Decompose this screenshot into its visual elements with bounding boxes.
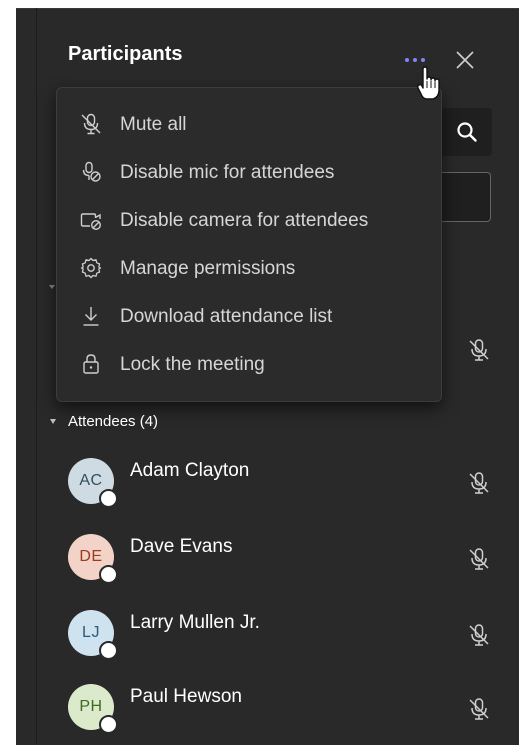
panel-title: Participants bbox=[68, 43, 183, 65]
search-icon bbox=[457, 122, 477, 142]
menu-item-download-attendance[interactable]: Download attendance list bbox=[57, 293, 441, 339]
panel-divider bbox=[36, 8, 37, 744]
presence-status-dot bbox=[99, 565, 118, 584]
participant-mic-status bbox=[466, 622, 492, 653]
menu-item-label: Lock the meeting bbox=[120, 354, 265, 375]
gear-icon bbox=[80, 257, 102, 279]
hand-pointer-cursor-icon bbox=[416, 66, 440, 100]
participant-row[interactable]: DE Dave Evans bbox=[68, 534, 508, 594]
more-dot bbox=[413, 58, 417, 62]
menu-item-manage-permissions[interactable]: Manage permissions bbox=[57, 245, 441, 291]
participant-name: Larry Mullen Jr. bbox=[130, 612, 260, 633]
menu-item-label: Disable camera for attendees bbox=[120, 210, 369, 231]
mic-prohibited-icon bbox=[82, 161, 101, 182]
participant-name: Dave Evans bbox=[130, 536, 233, 557]
presence-status-dot bbox=[99, 489, 118, 508]
mic-off-icon bbox=[469, 548, 489, 570]
mic-off-icon bbox=[469, 624, 489, 646]
menu-item-label: Disable mic for attendees bbox=[120, 162, 335, 183]
download-icon bbox=[83, 307, 99, 326]
camera-prohibited-icon bbox=[80, 213, 102, 231]
presence-status-dot bbox=[99, 715, 118, 734]
menu-item-label: Mute all bbox=[120, 114, 187, 135]
close-icon bbox=[456, 51, 474, 69]
participant-name: Adam Clayton bbox=[130, 460, 250, 481]
participant-mic-status bbox=[466, 546, 492, 577]
participant-mic-status bbox=[466, 470, 492, 501]
close-button[interactable] bbox=[452, 47, 478, 73]
participant-mic-status bbox=[466, 696, 492, 727]
presenter-mic-status bbox=[466, 337, 492, 368]
mic-off-icon bbox=[469, 698, 489, 720]
search-button[interactable] bbox=[440, 108, 492, 156]
app-window: Participants Mute all Disable mic for at… bbox=[0, 0, 519, 745]
menu-item-label: Manage permissions bbox=[120, 258, 296, 279]
chevron-down-icon bbox=[50, 419, 56, 424]
presence-status-dot bbox=[99, 641, 118, 660]
presenters-collapse-caret[interactable] bbox=[49, 285, 55, 289]
mic-off-icon bbox=[469, 472, 489, 494]
menu-item-disable-camera[interactable]: Disable camera for attendees bbox=[57, 197, 441, 243]
lock-icon bbox=[83, 354, 99, 374]
participant-row[interactable]: PH Paul Hewson bbox=[68, 684, 508, 744]
participant-row[interactable]: AC Adam Clayton bbox=[68, 458, 508, 518]
participant-name: Paul Hewson bbox=[130, 686, 242, 707]
mic-off-icon bbox=[469, 339, 489, 361]
window-edge bbox=[0, 0, 16, 744]
menu-item-label: Download attendance list bbox=[120, 306, 333, 327]
participant-row[interactable]: LJ Larry Mullen Jr. bbox=[68, 610, 508, 670]
menu-item-disable-mic[interactable]: Disable mic for attendees bbox=[57, 149, 441, 195]
more-options-menu: Mute all Disable mic for attendees Disab… bbox=[56, 87, 442, 402]
menu-item-lock-meeting[interactable]: Lock the meeting bbox=[57, 341, 441, 387]
attendees-header: Attendees (4) bbox=[68, 413, 159, 430]
menu-item-mute-all[interactable]: Mute all bbox=[57, 101, 441, 147]
mic-off-icon bbox=[81, 113, 101, 135]
invite-input[interactable] bbox=[440, 172, 491, 222]
more-dot bbox=[421, 58, 425, 62]
more-dot bbox=[405, 58, 409, 62]
